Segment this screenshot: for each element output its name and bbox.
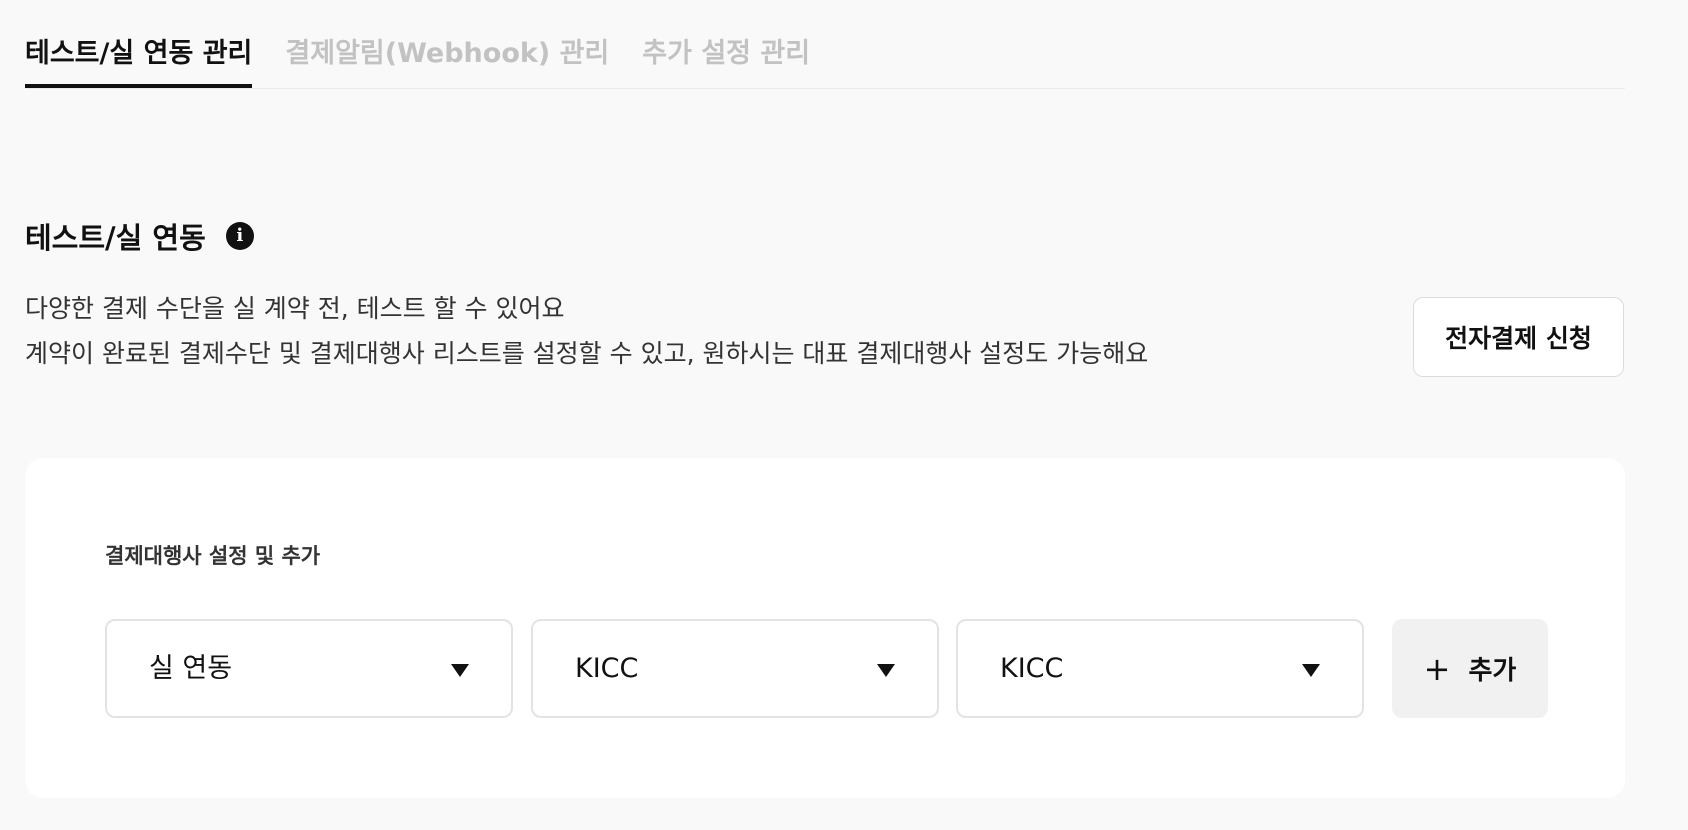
- pg-provider-select-value: KICC: [575, 653, 639, 684]
- info-icon[interactable]: i: [225, 222, 254, 250]
- description-line-1: 다양한 결제 수단을 실 계약 전, 테스트 할 수 있어요: [25, 294, 565, 323]
- tab-test-live-integration[interactable]: 테스트/실 연동 관리: [25, 0, 253, 88]
- pg-settings-card: 결제대행사 설정 및 추가 실 연동 KICC KICC + 추가: [25, 458, 1625, 798]
- pg-provider-select[interactable]: KICC: [531, 619, 939, 718]
- page: 테스트/실 연동 관리 결제알림(Webhook) 관리 추가 설정 관리 테스…: [0, 0, 1688, 830]
- pg-merchant-select[interactable]: KICC: [956, 619, 1364, 718]
- tab-webhook-management[interactable]: 결제알림(Webhook) 관리: [285, 0, 609, 88]
- plus-icon: +: [1423, 649, 1451, 688]
- chevron-down-icon: [1302, 664, 1320, 677]
- section-title: 테스트/실 연동 i: [25, 214, 254, 258]
- section-description: 다양한 결제 수단을 실 계약 전, 테스트 할 수 있어요 계약이 완료된 결…: [25, 286, 1148, 376]
- add-pg-button[interactable]: + 추가: [1392, 619, 1548, 718]
- pg-merchant-select-value: KICC: [1000, 653, 1064, 684]
- environment-select-value: 실 연동: [149, 653, 233, 684]
- tab-additional-settings[interactable]: 추가 설정 관리: [642, 0, 810, 88]
- pg-settings-label: 결제대행사 설정 및 추가: [105, 544, 321, 568]
- environment-select[interactable]: 실 연동: [105, 619, 513, 718]
- chevron-down-icon: [877, 664, 895, 677]
- section-title-text: 테스트/실 연동: [25, 221, 206, 255]
- add-pg-button-label: 추가: [1468, 656, 1517, 686]
- apply-payment-button[interactable]: 전자결제 신청: [1413, 297, 1624, 377]
- description-line-2: 계약이 완료된 결제수단 및 결제대행사 리스트를 설정할 수 있고, 원하시는…: [25, 339, 1149, 368]
- chevron-down-icon: [451, 664, 469, 677]
- tab-bar: 테스트/실 연동 관리 결제알림(Webhook) 관리 추가 설정 관리: [25, 0, 1625, 89]
